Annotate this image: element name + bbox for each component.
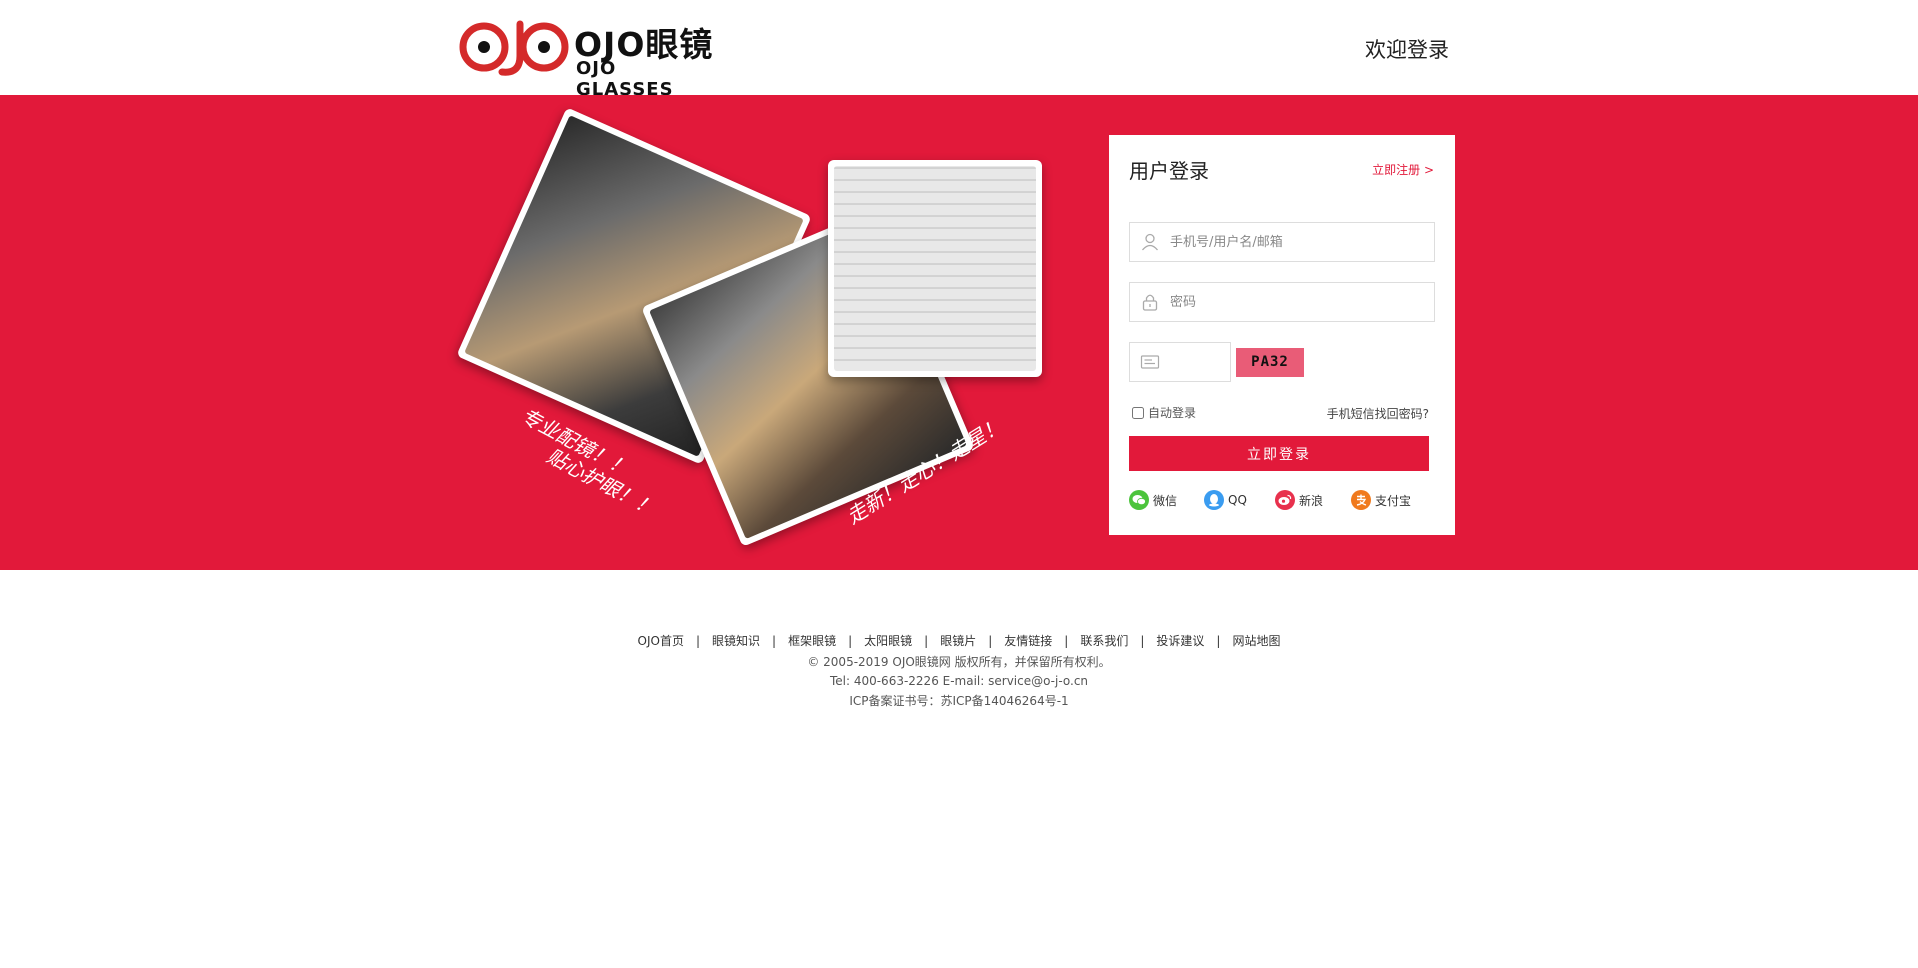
footer-separator: | (1064, 633, 1069, 648)
forgot-password-link[interactable]: 手机短信找回密码? (1327, 405, 1429, 422)
footer-separator: | (848, 633, 853, 648)
social-label: 微信 (1153, 493, 1178, 508)
ojo-logo-icon (459, 20, 569, 76)
captcha-image[interactable]: PA32 (1236, 348, 1304, 377)
password-input[interactable] (1170, 283, 1420, 321)
social-label: 支付宝 (1375, 493, 1412, 508)
banner-photo-blueprint (828, 160, 1042, 377)
logo[interactable]: OJO眼镜 OJO GLASSES (458, 14, 718, 100)
footer: OJO首页 | 眼镜知识 | 框架眼镜 | 太阳眼镜 | 眼镜片 | 友情链接 | 联系我们… (0, 632, 1918, 709)
captcha-icon (1140, 355, 1160, 369)
auto-login[interactable]: 自动登录 (1132, 404, 1196, 421)
captcha-input[interactable] (1170, 343, 1222, 381)
footer-icp: ICP备案证书号：苏ICP备14046264号-1 (849, 694, 1069, 708)
logo-subtitle: OJO GLASSES (576, 58, 674, 100)
footer-link-lenses[interactable]: 眼镜片 (940, 632, 976, 649)
alipay-icon (1351, 490, 1371, 510)
footer-link-knowledge[interactable]: 眼镜知识 (712, 632, 760, 649)
footer-link-sitemap[interactable]: 网站地图 (1232, 632, 1280, 649)
footer-copyright: © 2005-2019 OJO眼镜网 版权所有，并保留所有权利。 (807, 655, 1111, 669)
weibo-icon (1275, 490, 1295, 510)
login-button[interactable]: 立即登录 (1129, 436, 1429, 471)
password-field (1129, 282, 1435, 322)
footer-link-feedback[interactable]: 投诉建议 (1156, 632, 1204, 649)
social-login-qq[interactable]: QQ (1204, 490, 1247, 510)
register-link[interactable]: 立即注册 > (1372, 161, 1434, 178)
username-field (1129, 222, 1435, 262)
login-panel: 用户登录 立即注册 > PA32 自动登录 手机短信找回密码? 立即登录 (1109, 135, 1455, 535)
footer-separator: | (695, 633, 701, 648)
footer-link-frames[interactable]: 框架眼镜 (788, 632, 836, 649)
social-label: 新浪 (1299, 493, 1324, 508)
social-login-alipay[interactable]: 支付宝 (1351, 490, 1411, 510)
footer-contact: Tel: 400-663-2226 E-mail: service@o-j-o.… (829, 674, 1089, 688)
header: OJO眼镜 OJO GLASSES 欢迎登录 (0, 0, 1918, 100)
login-title: 用户登录 (1129, 159, 1209, 183)
footer-separator: | (988, 633, 993, 648)
wechat-icon (1129, 490, 1149, 510)
social-label: QQ (1228, 493, 1247, 507)
footer-link-sunglasses[interactable]: 太阳眼镜 (864, 632, 912, 649)
footer-separator: | (772, 633, 777, 648)
footer-link-friends[interactable]: 友情链接 (1004, 632, 1052, 649)
username-input[interactable] (1170, 223, 1420, 261)
qq-icon (1204, 490, 1224, 510)
lock-icon (1142, 294, 1158, 311)
footer-separator: | (924, 633, 929, 648)
user-icon (1142, 233, 1158, 251)
page-title: 欢迎登录 (1365, 38, 1449, 62)
social-login-wechat[interactable]: 微信 (1129, 490, 1177, 510)
auto-login-label: 自动登录 (1148, 406, 1197, 420)
footer-nav: OJO首页 | 眼镜知识 | 框架眼镜 | 太阳眼镜 | 眼镜片 | 友情链接 | 联系我们… (0, 632, 1918, 649)
footer-link-contact[interactable]: 联系我们 (1080, 632, 1128, 649)
footer-link-home[interactable]: OJO首页 (638, 632, 684, 649)
footer-separator: | (1140, 633, 1145, 648)
footer-separator: | (1216, 633, 1221, 648)
captcha-field (1129, 342, 1231, 382)
auto-login-checkbox[interactable] (1132, 406, 1144, 419)
social-login-weibo[interactable]: 新浪 (1275, 490, 1323, 510)
